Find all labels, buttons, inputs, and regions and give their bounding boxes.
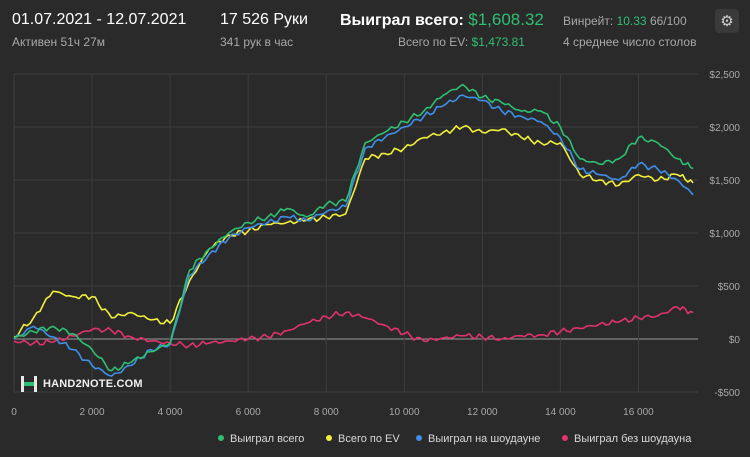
legend-label: Всего по EV (338, 433, 400, 445)
chart-grid (13, 73, 698, 393)
x-tick-label: 10 000 (389, 407, 420, 418)
x-axis-ticks: 0 2 000 4 000 6 000 8 000 10 000 12 000 14 000 1… (11, 407, 654, 418)
hands-count: 17 526 Руки (220, 11, 308, 28)
y-tick-label: $1,500 (709, 176, 740, 187)
summary-header: 01.07.2021 - 12.07.2021 Активен 51ч 27м … (0, 0, 750, 60)
legend-label: Выиграл всего (230, 433, 305, 445)
legend-dot (416, 435, 422, 442)
won-total-value: $1,608.32 (468, 10, 544, 29)
y-tick-label: -$500 (714, 388, 740, 399)
x-tick-label: 12 000 (467, 407, 498, 418)
y-axis-ticks: -$500 $0 $500 $1,000 $1,500 $2,000 $2,500 (709, 70, 740, 399)
legend-item-won-total[interactable]: Выиграл всего (218, 433, 304, 445)
hand2note-logo: HAND2NOTE.COM (20, 375, 143, 393)
date-range: 01.07.2021 - 12.07.2021 (12, 11, 187, 28)
legend-dot (326, 435, 332, 442)
won-total-label: Выиграл всего: (340, 12, 464, 29)
chart-series (13, 83, 694, 377)
x-tick-label: 14 000 (545, 407, 576, 418)
x-tick-label: 16 000 (623, 407, 654, 418)
legend-dot (218, 435, 224, 442)
x-tick-label: 0 (11, 407, 17, 418)
ev-total-stat: Всего по EV: $1,473.81 (398, 35, 525, 49)
won-total-stat: Выиграл всего: $1,608.32 (340, 10, 544, 30)
y-tick-label: $500 (718, 282, 741, 293)
y-tick-label: $2,000 (709, 123, 740, 134)
avg-tables: 4 среднее число столов (563, 35, 697, 49)
x-tick-label: 8 000 (314, 407, 339, 418)
legend-item-showdown[interactable]: Выиграл на шоудауне (416, 433, 540, 445)
winrate-label: Винрейт: (563, 14, 614, 28)
hands-per-hour: 341 рук в час (220, 35, 294, 49)
legend-item-ev-total[interactable]: Всего по EV (326, 433, 400, 445)
winrate-value: 10.33 (616, 14, 647, 28)
y-tick-label: $2,500 (709, 70, 740, 81)
series-line (13, 306, 694, 349)
chart-legend: Выиграл всего Всего по EV Выиграл на шоу… (0, 433, 750, 451)
y-tick-label: $0 (729, 335, 741, 346)
hand2note-logo-icon (20, 375, 38, 393)
legend-label: Выиграл без шоудауна (574, 433, 692, 445)
winrate-suffix: 66/100 (649, 14, 687, 28)
series-line (13, 83, 694, 372)
winrate-stat: Винрейт: 10.33 66/100 (563, 14, 687, 28)
ev-total-label: Всего по EV: (398, 35, 469, 49)
x-tick-label: 6 000 (236, 407, 261, 418)
series-line (13, 124, 694, 338)
legend-dot (562, 435, 568, 442)
legend-label: Выиграл на шоудауне (428, 433, 541, 445)
x-tick-label: 2 000 (80, 407, 105, 418)
logo-text: HAND2NOTE.COM (43, 378, 143, 390)
legend-item-non-showdown[interactable]: Выиграл без шоудауна (562, 433, 691, 445)
active-time: Активен 51ч 27м (12, 35, 105, 49)
y-tick-label: $1,000 (709, 229, 740, 240)
ev-total-value: $1,473.81 (471, 35, 525, 49)
gear-icon[interactable]: ⚙ (715, 9, 739, 33)
x-tick-label: 4 000 (158, 407, 183, 418)
